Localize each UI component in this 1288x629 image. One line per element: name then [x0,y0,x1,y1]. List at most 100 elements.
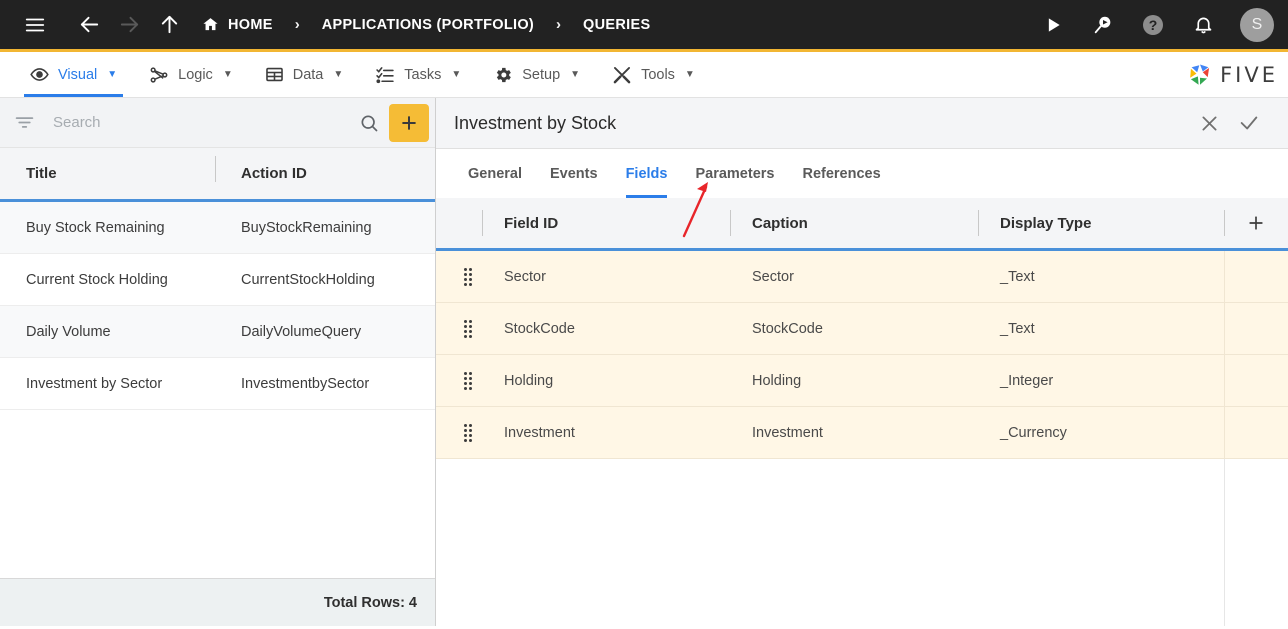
breadcrumb: HOME › APPLICATIONS (PORTFOLIO) › QUERIE… [202,16,1036,33]
cell-title: Buy Stock Remaining [26,219,165,236]
breadcrumb-label-home: HOME [228,16,273,33]
queries-table: Title Action ID Buy Stock Remaining BuyS… [0,148,435,579]
cell-field-id: StockCode [504,320,575,337]
cell-action-id: BuyStockRemaining [241,219,372,236]
breadcrumb-item-home[interactable]: HOME [202,16,273,33]
menu-item-data[interactable]: Data ▼ [249,52,360,97]
search-play-icon[interactable] [1086,8,1120,42]
menu-item-setup[interactable]: Setup ▼ [477,52,596,97]
menu-item-tasks[interactable]: Tasks ▼ [359,52,477,97]
breadcrumb-item-queries[interactable]: QUERIES [583,17,650,33]
tab-label-general: General [468,165,522,182]
column-header-display-type[interactable]: Display Type [978,198,1224,248]
eye-icon [30,65,49,84]
column-header-caption-label: Caption [752,214,808,232]
run-icon[interactable] [1036,8,1070,42]
breadcrumb-item-applications[interactable]: APPLICATIONS (PORTFOLIO) [322,17,534,33]
close-icon[interactable] [1192,106,1226,140]
help-icon[interactable]: ? [1136,8,1170,42]
tab-general[interactable]: General [454,149,536,198]
column-header-title[interactable]: Title [0,165,215,182]
cell-field-id: Sector [504,268,546,285]
chevron-down-icon: ▼ [333,69,344,80]
column-divider [730,210,731,236]
menu-label-logic: Logic [178,66,213,83]
tab-label-fields: Fields [625,165,668,182]
tab-label-events: Events [550,165,598,182]
chevron-down-icon: ▼ [107,69,118,80]
drag-handle-icon[interactable] [436,355,482,406]
menu-label-data: Data [292,66,324,83]
fields-grid-empty-area [436,459,1288,626]
menu-item-tools[interactable]: Tools ▼ [596,52,711,97]
home-icon [202,16,219,33]
cell-action-id: DailyVolumeQuery [241,323,362,340]
gear-icon [493,65,513,85]
cell-title: Daily Volume [26,323,111,340]
arrow-up-icon[interactable] [152,8,186,42]
menu-label-tasks: Tasks [404,66,442,83]
breadcrumb-separator: › [294,16,300,33]
arrow-left-icon[interactable] [72,8,106,42]
tab-events[interactable]: Events [536,149,612,198]
column-divider [482,210,483,236]
tab-references[interactable]: References [788,149,894,198]
cell-actions [1224,407,1288,458]
menu-label-visual: Visual [58,66,98,83]
menu-item-logic[interactable]: Logic ▼ [133,52,249,97]
column-header-field-id[interactable]: Field ID [482,198,730,248]
table-row[interactable]: StockCode StockCode _Text [436,303,1288,355]
drag-handle-icon[interactable] [436,251,482,302]
breadcrumb-label-queries: QUERIES [583,16,651,33]
fields-grid-header: Field ID Caption Display Type [436,198,1288,251]
column-header-action-id[interactable]: Action ID [215,156,435,182]
queries-sidebar: Title Action ID Buy Stock Remaining BuyS… [0,98,436,626]
tab-fields[interactable]: Fields [612,149,682,198]
tab-parameters[interactable]: Parameters [681,149,788,198]
column-header-caption[interactable]: Caption [730,198,978,248]
drag-handle-icon[interactable] [436,407,482,458]
topbar-actions: ? S [1036,7,1274,42]
table-row[interactable]: Holding Holding _Integer [436,355,1288,407]
table-row[interactable]: Sector Sector _Text [436,251,1288,303]
column-header-display-type-label: Display Type [1000,214,1092,232]
cell-display-type: _Integer [1000,372,1054,389]
queries-table-empty-area [0,410,435,579]
add-field-button[interactable] [1224,198,1288,248]
table-row[interactable]: Buy Stock Remaining BuyStockRemaining [0,202,435,254]
tab-label-references: References [802,165,881,182]
cell-actions [1224,303,1288,354]
total-rows-label: Total Rows: 4 [0,579,435,626]
table-row[interactable]: Current Stock Holding CurrentStockHoldin… [0,254,435,306]
cell-caption: Holding [752,372,802,389]
page-title: Investment by Stock [454,112,617,133]
tab-label-parameters: Parameters [695,165,775,182]
menu-item-visual[interactable]: Visual ▼ [14,52,133,97]
avatar[interactable]: S [1240,7,1274,42]
hamburger-icon[interactable] [18,8,52,42]
plus-icon [1249,216,1263,230]
cell-actions [1224,355,1288,406]
check-icon[interactable] [1232,106,1266,140]
table-row[interactable]: Investment Investment _Currency [436,407,1288,459]
cell-actions [1224,251,1288,302]
notifications-icon[interactable] [1186,8,1220,42]
search-input[interactable] [53,114,349,131]
detail-panel: Investment by Stock General Events Field… [436,98,1288,626]
search-icon[interactable] [359,113,379,133]
drag-handle-icon[interactable] [436,303,482,354]
table-grid-icon [265,65,284,84]
cell-action-id: CurrentStockHolding [241,271,375,288]
detail-panel-header: Investment by Stock [436,98,1288,149]
sidebar-search-row [0,98,435,148]
breadcrumb-label-applications: APPLICATIONS (PORTFOLIO) [321,16,535,33]
add-query-button[interactable] [389,103,429,142]
active-menu-underline [24,94,124,97]
table-row[interactable]: Investment by Sector InvestmentbySector [0,358,435,410]
table-row[interactable]: Daily Volume DailyVolumeQuery [0,306,435,358]
filter-icon[interactable] [14,112,35,133]
cell-caption: Sector [752,268,794,285]
detail-tabs: General Events Fields Parameters Referen… [436,149,1288,198]
arrow-right-icon [112,8,146,42]
menu-label-setup: Setup [522,66,561,83]
